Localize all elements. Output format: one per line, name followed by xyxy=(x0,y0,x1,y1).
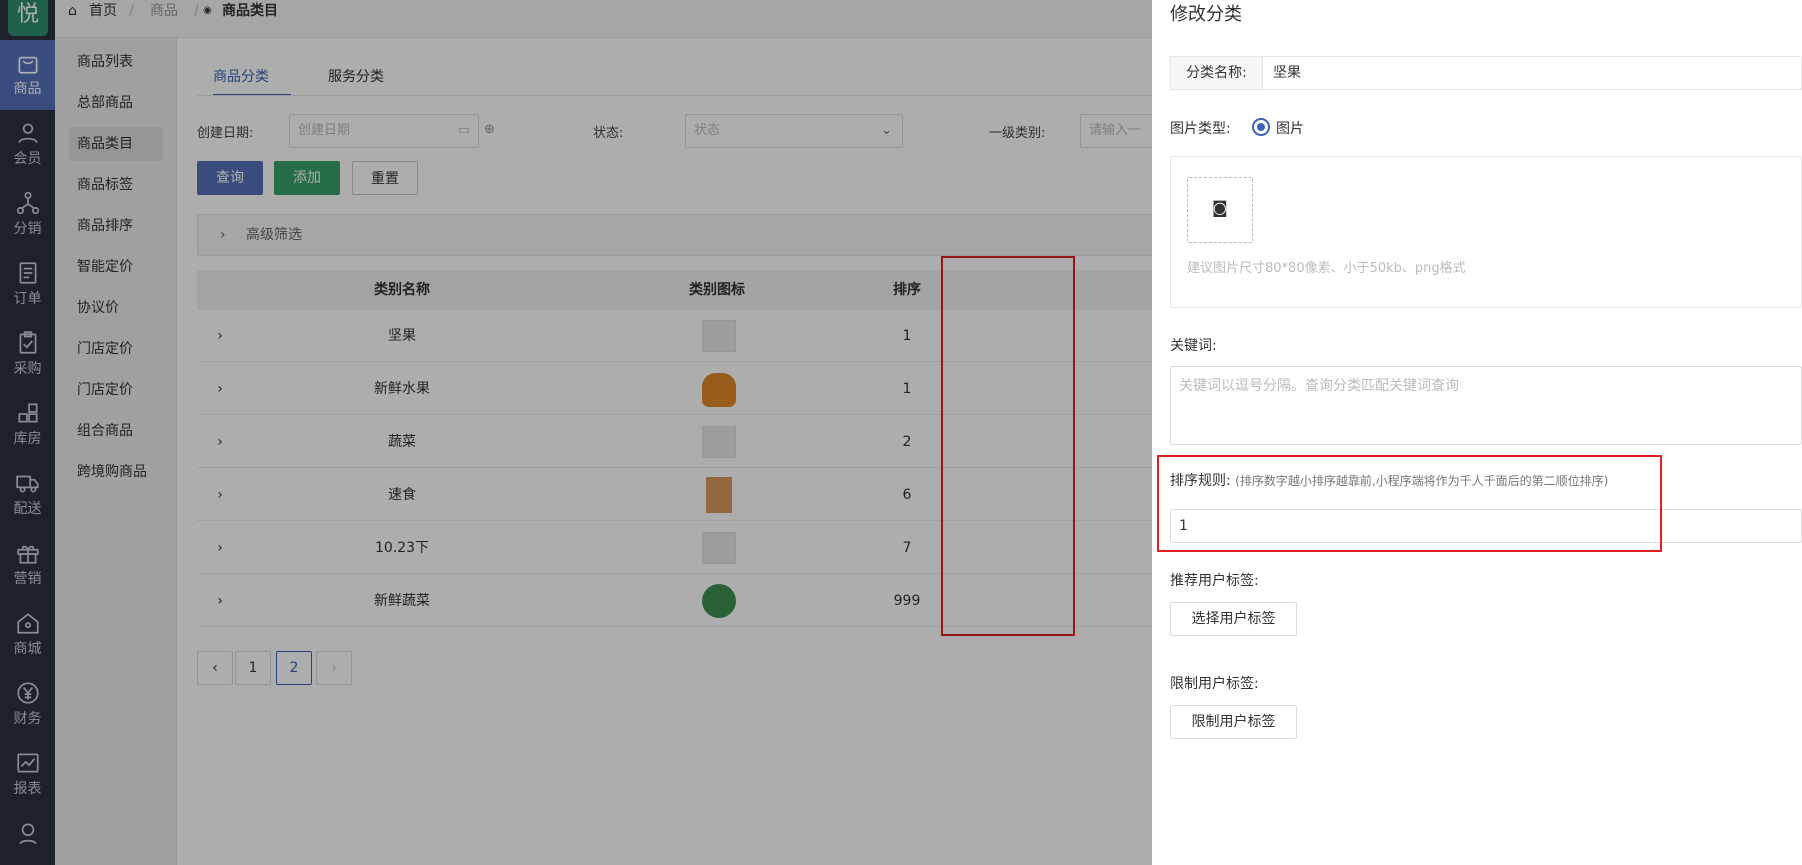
recommend-tag-label: 推荐用户标签: xyxy=(1170,573,1259,589)
image-type-option-label: 图片 xyxy=(1276,121,1304,137)
category-name-field: 分类名称: 坚果 xyxy=(1170,56,1802,90)
image-type-label: 图片类型: xyxy=(1170,121,1231,137)
keywords-label: 关键词: xyxy=(1170,338,1217,354)
category-name-input[interactable]: 坚果 xyxy=(1273,57,1301,89)
sort-rule-highlight xyxy=(1157,455,1662,552)
upload-hint: 建议图片尺寸80*80像素、小于50kb、png格式 xyxy=(1187,261,1466,276)
image-type-radio[interactable] xyxy=(1252,118,1270,136)
camera-icon: ◙ xyxy=(1212,198,1228,217)
keywords-textarea[interactable]: 关键词以逗号分隔。查询分类匹配关键词查询 xyxy=(1170,366,1802,445)
edit-category-drawer: 修改分类 分类名称: 坚果 图片类型: 图片 ◙ 建议图片尺寸80*80像素、小… xyxy=(1152,0,1802,865)
limit-tag-label: 限制用户标签: xyxy=(1170,676,1259,692)
category-name-label: 分类名称: xyxy=(1171,57,1263,89)
image-upload-button[interactable]: ◙ xyxy=(1187,177,1253,243)
drawer-title: 修改分类 xyxy=(1170,4,1242,25)
image-upload-panel: ◙ 建议图片尺寸80*80像素、小于50kb、png格式 xyxy=(1170,156,1802,308)
limit-user-tag-button[interactable]: 限制用户标签 xyxy=(1170,705,1297,739)
select-user-tag-button[interactable]: 选择用户标签 xyxy=(1170,602,1297,636)
